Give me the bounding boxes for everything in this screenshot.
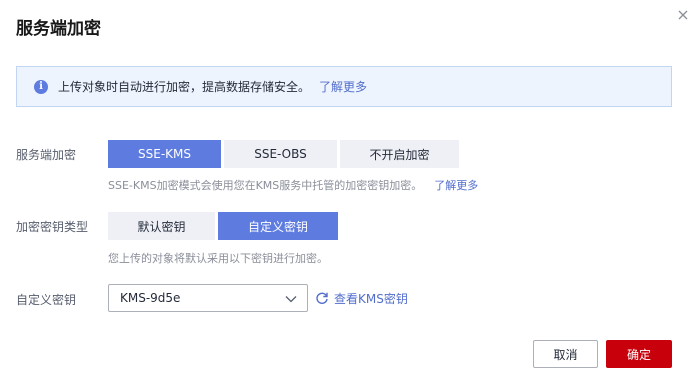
encryption-hint: SSE-KMS加密模式会使用您在KMS服务中托管的加密密钥加密。 了解更多	[108, 177, 478, 193]
option-custom-key[interactable]: 自定义密钥	[218, 212, 338, 240]
option-sse-obs[interactable]: SSE-OBS	[224, 140, 337, 168]
view-kms-keys-link[interactable]: 查看KMS密钥	[334, 290, 408, 307]
custom-key-select[interactable]: KMS-9d5e	[108, 284, 308, 312]
option-default-key[interactable]: 默认密钥	[108, 212, 215, 240]
custom-key-value: KMS-9d5e	[120, 291, 181, 305]
confirm-button[interactable]: 确定	[606, 340, 672, 368]
refresh-icon[interactable]	[315, 290, 329, 304]
option-no-encryption[interactable]: 不开启加密	[340, 140, 459, 168]
cancel-button[interactable]: 取消	[533, 340, 598, 368]
chevron-down-icon	[285, 293, 297, 303]
encryption-hint-text: SSE-KMS加密模式会使用您在KMS服务中托管的加密密钥加密。	[108, 179, 423, 192]
key-type-hint: 您上传的对象将默认采用以下密钥进行加密。	[108, 252, 328, 265]
banner-text: 上传对象时自动进行加密，提高数据存储安全。	[58, 80, 311, 94]
banner-learn-more-link[interactable]: 了解更多	[319, 78, 367, 95]
dialog-title: 服务端加密	[16, 19, 101, 39]
encryption-learn-more-link[interactable]: 了解更多	[434, 179, 478, 192]
custom-key-label: 自定义密钥	[16, 293, 77, 307]
info-banner: i 上传对象时自动进行加密，提高数据存储安全。 了解更多	[16, 66, 672, 107]
encryption-label: 服务端加密	[16, 148, 77, 162]
key-type-label: 加密密钥类型	[16, 220, 89, 234]
info-icon: i	[34, 79, 48, 94]
option-sse-kms[interactable]: SSE-KMS	[108, 140, 221, 168]
close-icon[interactable]	[676, 8, 690, 22]
